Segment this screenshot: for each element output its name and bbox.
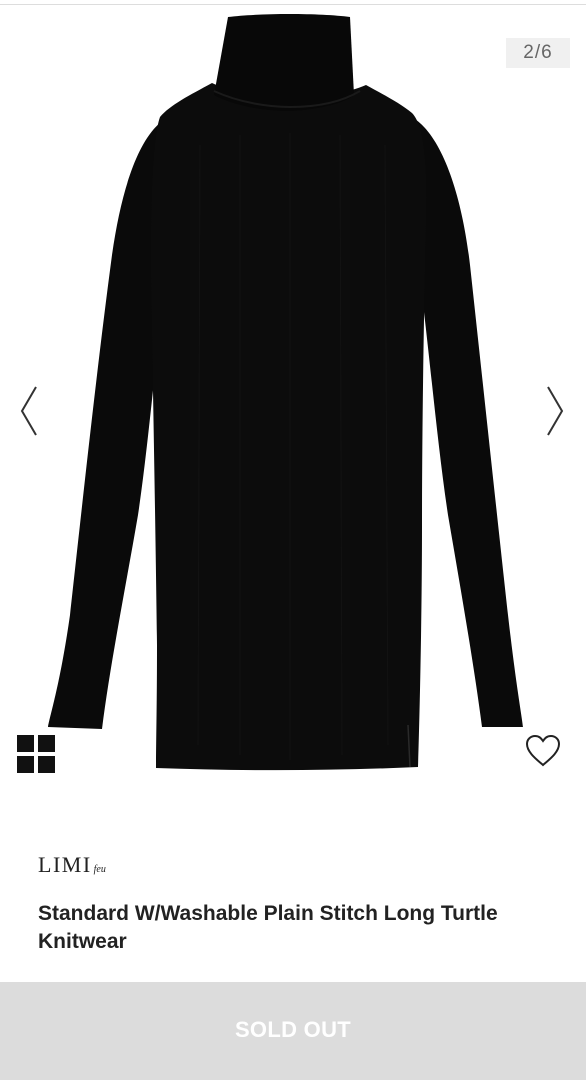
grid-icon xyxy=(17,735,55,773)
prev-image-button[interactable] xyxy=(14,383,44,439)
brand-name: LIMI xyxy=(38,852,92,877)
next-image-button[interactable] xyxy=(540,383,570,439)
heart-icon xyxy=(525,734,561,767)
chevron-right-icon xyxy=(547,386,564,436)
image-counter: 2/6 xyxy=(506,38,570,68)
brand-subname: feu xyxy=(93,864,106,875)
product-image xyxy=(48,14,523,771)
chevron-left-icon xyxy=(20,386,37,436)
product-title: Standard W/Washable Plain Stitch Long Tu… xyxy=(38,902,498,953)
thumbnail-grid-button[interactable] xyxy=(17,735,55,773)
garment-collar xyxy=(214,14,354,111)
favorite-button[interactable] xyxy=(524,733,562,769)
sold-out-button[interactable]: SOLD OUT xyxy=(0,982,586,1080)
brand-logo[interactable]: LIMI feu xyxy=(38,852,106,880)
garment-right-sleeve xyxy=(412,117,523,727)
product-image-gallery[interactable]: 2/6 xyxy=(0,5,586,805)
